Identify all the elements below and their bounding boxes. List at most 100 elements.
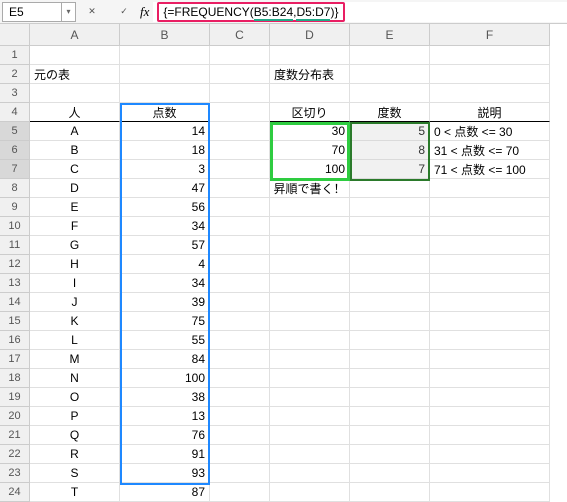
cell-F10[interactable] bbox=[430, 217, 550, 236]
cell-D1[interactable] bbox=[270, 46, 350, 65]
cell-F18[interactable] bbox=[430, 369, 550, 388]
cell-A1[interactable] bbox=[30, 46, 120, 65]
cell-B14[interactable]: 39 bbox=[120, 293, 210, 312]
cell-F6[interactable]: 31 < 点数 <= 70 bbox=[430, 141, 550, 160]
name-box[interactable]: E5 bbox=[2, 2, 62, 22]
row-header-19[interactable]: 19 bbox=[0, 388, 30, 407]
row-header-13[interactable]: 13 bbox=[0, 274, 30, 293]
cell-F23[interactable] bbox=[430, 464, 550, 483]
row-header-5[interactable]: 5 bbox=[0, 122, 30, 141]
cell-E20[interactable] bbox=[350, 407, 430, 426]
cell-B18[interactable]: 100 bbox=[120, 369, 210, 388]
cell-D16[interactable] bbox=[270, 331, 350, 350]
cell-A17[interactable]: M bbox=[30, 350, 120, 369]
cell-D11[interactable] bbox=[270, 236, 350, 255]
cell-C17[interactable] bbox=[210, 350, 270, 369]
row-header-16[interactable]: 16 bbox=[0, 331, 30, 350]
cell-C12[interactable] bbox=[210, 255, 270, 274]
cell-D14[interactable] bbox=[270, 293, 350, 312]
cell-C5[interactable] bbox=[210, 122, 270, 141]
cell-C3[interactable] bbox=[210, 84, 270, 103]
cell-E22[interactable] bbox=[350, 445, 430, 464]
cell-F5[interactable]: 0 < 点数 <= 30 bbox=[430, 122, 550, 141]
cell-A3[interactable] bbox=[30, 84, 120, 103]
cell-D21[interactable] bbox=[270, 426, 350, 445]
cell-C14[interactable] bbox=[210, 293, 270, 312]
cell-F11[interactable] bbox=[430, 236, 550, 255]
cell-A8[interactable]: D bbox=[30, 179, 120, 198]
cell-F22[interactable] bbox=[430, 445, 550, 464]
cell-B19[interactable]: 38 bbox=[120, 388, 210, 407]
cell-E17[interactable] bbox=[350, 350, 430, 369]
cell-A16[interactable]: L bbox=[30, 331, 120, 350]
cell-B11[interactable]: 57 bbox=[120, 236, 210, 255]
row-header-3[interactable]: 3 bbox=[0, 84, 30, 103]
cell-B7[interactable]: 3 bbox=[120, 160, 210, 179]
col-header-C[interactable]: C bbox=[210, 24, 270, 46]
cell-D24[interactable] bbox=[270, 483, 350, 502]
row-header-21[interactable]: 21 bbox=[0, 426, 30, 445]
cell-A12[interactable]: H bbox=[30, 255, 120, 274]
cell-C2[interactable] bbox=[210, 65, 270, 84]
cell-E2[interactable] bbox=[350, 65, 430, 84]
cell-A5[interactable]: A bbox=[30, 122, 120, 141]
cell-E18[interactable] bbox=[350, 369, 430, 388]
cell-B17[interactable]: 84 bbox=[120, 350, 210, 369]
cell-C21[interactable] bbox=[210, 426, 270, 445]
cell-F21[interactable] bbox=[430, 426, 550, 445]
cell-C1[interactable] bbox=[210, 46, 270, 65]
cell-F16[interactable] bbox=[430, 331, 550, 350]
row-header-11[interactable]: 11 bbox=[0, 236, 30, 255]
row-header-9[interactable]: 9 bbox=[0, 198, 30, 217]
cell-E7[interactable]: 7 bbox=[350, 160, 430, 179]
row-header-14[interactable]: 14 bbox=[0, 293, 30, 312]
cell-E21[interactable] bbox=[350, 426, 430, 445]
cell-B23[interactable]: 93 bbox=[120, 464, 210, 483]
cell-E8[interactable] bbox=[350, 179, 430, 198]
col-header-A[interactable]: A bbox=[30, 24, 120, 46]
row-header-1[interactable]: 1 bbox=[0, 46, 30, 65]
cell-B16[interactable]: 55 bbox=[120, 331, 210, 350]
cell-A19[interactable]: O bbox=[30, 388, 120, 407]
cell-C11[interactable] bbox=[210, 236, 270, 255]
cell-D15[interactable] bbox=[270, 312, 350, 331]
cell-C9[interactable] bbox=[210, 198, 270, 217]
cell-C15[interactable] bbox=[210, 312, 270, 331]
cancel-icon[interactable]: ✕ bbox=[82, 3, 102, 21]
cell-F1[interactable] bbox=[430, 46, 550, 65]
row-header-23[interactable]: 23 bbox=[0, 464, 30, 483]
col-header-E[interactable]: E bbox=[350, 24, 430, 46]
cell-F14[interactable] bbox=[430, 293, 550, 312]
cell-C20[interactable] bbox=[210, 407, 270, 426]
cell-B24[interactable]: 87 bbox=[120, 483, 210, 502]
cell-A20[interactable]: P bbox=[30, 407, 120, 426]
cell-E16[interactable] bbox=[350, 331, 430, 350]
cell-B9[interactable]: 56 bbox=[120, 198, 210, 217]
cell-F7[interactable]: 71 < 点数 <= 100 bbox=[430, 160, 550, 179]
cell-B5[interactable]: 14 bbox=[120, 122, 210, 141]
cell-A9[interactable]: E bbox=[30, 198, 120, 217]
cell-B21[interactable]: 76 bbox=[120, 426, 210, 445]
row-header-20[interactable]: 20 bbox=[0, 407, 30, 426]
cell-B10[interactable]: 34 bbox=[120, 217, 210, 236]
cell-A21[interactable]: Q bbox=[30, 426, 120, 445]
cell-D20[interactable] bbox=[270, 407, 350, 426]
cell-F15[interactable] bbox=[430, 312, 550, 331]
cell-B15[interactable]: 75 bbox=[120, 312, 210, 331]
cell-F13[interactable] bbox=[430, 274, 550, 293]
cell-A15[interactable]: K bbox=[30, 312, 120, 331]
row-header-12[interactable]: 12 bbox=[0, 255, 30, 274]
cell-C16[interactable] bbox=[210, 331, 270, 350]
cell-A10[interactable]: F bbox=[30, 217, 120, 236]
row-header-2[interactable]: 2 bbox=[0, 65, 30, 84]
cell-F24[interactable] bbox=[430, 483, 550, 502]
cell-C8[interactable] bbox=[210, 179, 270, 198]
row-header-7[interactable]: 7 bbox=[0, 160, 30, 179]
cell-C6[interactable] bbox=[210, 141, 270, 160]
grid[interactable]: ABCDEF12元の表度数分布表34人点数区切り度数説明5A143050 < 点… bbox=[0, 24, 567, 502]
cell-C7[interactable] bbox=[210, 160, 270, 179]
cell-B20[interactable]: 13 bbox=[120, 407, 210, 426]
row-header-17[interactable]: 17 bbox=[0, 350, 30, 369]
cell-C24[interactable] bbox=[210, 483, 270, 502]
cell-D2[interactable]: 度数分布表 bbox=[270, 65, 350, 84]
